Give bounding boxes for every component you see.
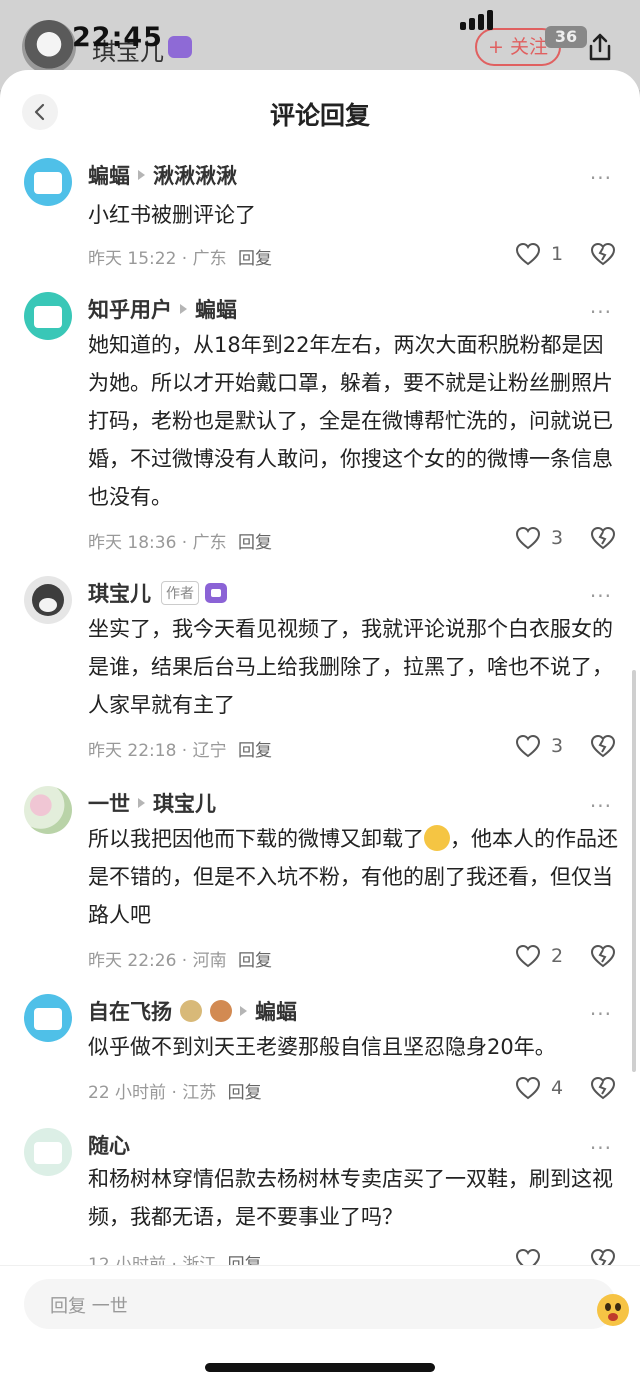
comment-text: 小红书被删评论了 xyxy=(88,203,256,227)
like-button[interactable]: 2 xyxy=(515,944,563,968)
emoji-icon[interactable] xyxy=(597,1294,629,1326)
like-count: 2 xyxy=(551,945,564,967)
more-dots-icon[interactable]: ··· xyxy=(590,166,612,190)
heart-icon xyxy=(515,944,541,968)
more-dots-icon[interactable]: ··· xyxy=(590,794,612,818)
comment-time: 22 小时前 xyxy=(88,1083,167,1103)
dislike-button[interactable] xyxy=(590,1076,616,1104)
laugh-emoji-icon xyxy=(424,825,450,851)
reply-arrow-icon xyxy=(180,304,187,314)
avatar[interactable] xyxy=(24,158,72,206)
reply-arrow-icon xyxy=(138,798,145,808)
scrollbar[interactable] xyxy=(632,670,636,1072)
broken-heart-icon xyxy=(590,526,616,550)
fan-medal-icon xyxy=(210,1000,232,1022)
comment-location: 辽宁 xyxy=(192,741,227,761)
comment-text: 她知道的，从18年到22年左右，两次大面积脱粉都是因为她。所以才开始戴口罩，躲着… xyxy=(88,333,613,509)
heart-icon xyxy=(515,526,541,550)
more-dots-icon[interactable]: ··· xyxy=(590,300,612,324)
comment-meta: 昨天 15:22 · 广东 回复 xyxy=(88,249,273,269)
reply-button[interactable]: 回复 xyxy=(238,249,272,269)
comment-text: 坐实了，我今天看见视频了，我就评论说那个白衣服女的是谁，结果后台马上给我删除了，… xyxy=(88,617,613,717)
reply-input-placeholder: 回复 一世 xyxy=(50,1296,128,1317)
username[interactable]: 琪宝儿 xyxy=(88,578,151,608)
comment-location: 河南 xyxy=(192,951,227,971)
reply-button[interactable]: 回复 xyxy=(238,951,272,971)
page-title: 评论回复 xyxy=(269,101,370,130)
username[interactable]: 知乎用户 xyxy=(88,294,172,324)
status-time: 22:45 xyxy=(72,22,163,53)
comment-text: 似乎做不到刘天王老婆那般自信且坚忍隐身20年。 xyxy=(88,1035,556,1059)
like-button[interactable]: 1 xyxy=(515,242,563,266)
username[interactable]: 随心 xyxy=(88,1130,130,1160)
reply-button[interactable]: 回复 xyxy=(238,533,272,553)
avatar xyxy=(22,20,76,74)
battery-icon: 36 xyxy=(545,26,587,48)
heart-icon xyxy=(515,242,541,266)
level-medal-icon xyxy=(180,1000,202,1022)
reply-button[interactable]: 回复 xyxy=(228,1083,262,1103)
like-button[interactable]: 4 xyxy=(515,1076,563,1100)
heart-icon xyxy=(515,734,541,758)
reply-button[interactable]: 回复 xyxy=(238,741,272,761)
like-count: 4 xyxy=(551,1077,564,1099)
comment-text: 和杨树林穿情侣款去杨树林专卖店买了一双鞋，刷到这视频，我都无语，是不要事业了吗？ xyxy=(88,1167,613,1229)
more-dots-icon[interactable]: ··· xyxy=(590,584,612,608)
share-icon[interactable] xyxy=(586,32,614,69)
username[interactable]: 自在飞扬 xyxy=(88,996,172,1026)
dislike-button[interactable] xyxy=(590,734,616,762)
reply-input-bar: 回复 一世 xyxy=(0,1265,640,1385)
comment-time: 昨天 22:26 xyxy=(88,951,177,971)
like-button[interactable]: 3 xyxy=(515,734,563,758)
broken-heart-icon xyxy=(590,734,616,758)
dislike-button[interactable] xyxy=(590,526,616,554)
comment-meta: 昨天 18:36 · 广东 回复 xyxy=(88,533,273,553)
home-indicator[interactable] xyxy=(205,1363,435,1372)
comment-location: 广东 xyxy=(192,533,227,553)
reply-to-username[interactable]: 蝙蝠 xyxy=(195,294,237,324)
vip-badge-icon xyxy=(205,583,227,603)
reply-arrow-icon xyxy=(138,170,145,180)
comment-time: 昨天 18:36 xyxy=(88,533,177,553)
comment-time: 昨天 15:22 xyxy=(88,249,177,269)
dislike-button[interactable] xyxy=(590,242,616,270)
avatar[interactable] xyxy=(24,576,72,624)
username[interactable]: 蝙蝠 xyxy=(88,160,130,190)
avatar[interactable] xyxy=(24,1128,72,1176)
reply-input[interactable]: 回复 一世 xyxy=(24,1279,629,1329)
comment-meta: 昨天 22:26 · 河南 回复 xyxy=(88,951,273,971)
author-tag: 作者 xyxy=(161,581,199,605)
vip-badge-icon xyxy=(168,36,192,58)
username[interactable]: 一世 xyxy=(88,788,130,818)
comment-reply-sheet: 评论回复 蝙蝠 湫湫湫湫 ··· 小红书被删评论了 昨天 15:22 · 广东 … xyxy=(0,70,640,1385)
like-count: 3 xyxy=(551,735,564,757)
avatar[interactable] xyxy=(24,994,72,1042)
comment-meta: 22 小时前 · 江苏 回复 xyxy=(88,1083,262,1103)
comment-text: 所以我把因他而下载的微博又卸载了 ，他本人的作品还是不错的，但是不入坑不粉，有他的… xyxy=(88,825,618,927)
reply-to-username[interactable]: 蝙蝠 xyxy=(255,996,297,1026)
heart-icon xyxy=(515,1076,541,1100)
avatar[interactable] xyxy=(24,786,72,834)
like-count: 3 xyxy=(551,527,564,549)
comment-location: 江苏 xyxy=(182,1083,217,1103)
reply-arrow-icon xyxy=(240,1006,247,1016)
comment-time: 昨天 22:18 xyxy=(88,741,177,761)
broken-heart-icon xyxy=(590,242,616,266)
broken-heart-icon xyxy=(590,944,616,968)
reply-to-username[interactable]: 湫湫湫湫 xyxy=(153,160,237,190)
like-button[interactable]: 3 xyxy=(515,526,563,550)
more-dots-icon[interactable]: ··· xyxy=(590,1002,612,1026)
reply-to-username[interactable]: 琪宝儿 xyxy=(153,788,216,818)
more-dots-icon[interactable]: ··· xyxy=(590,1136,612,1160)
comment-location: 广东 xyxy=(192,249,227,269)
comment-meta: 昨天 22:18 · 辽宁 回复 xyxy=(88,741,273,761)
avatar[interactable] xyxy=(24,292,72,340)
like-count: 1 xyxy=(551,243,564,265)
dislike-button[interactable] xyxy=(590,944,616,972)
broken-heart-icon xyxy=(590,1076,616,1100)
